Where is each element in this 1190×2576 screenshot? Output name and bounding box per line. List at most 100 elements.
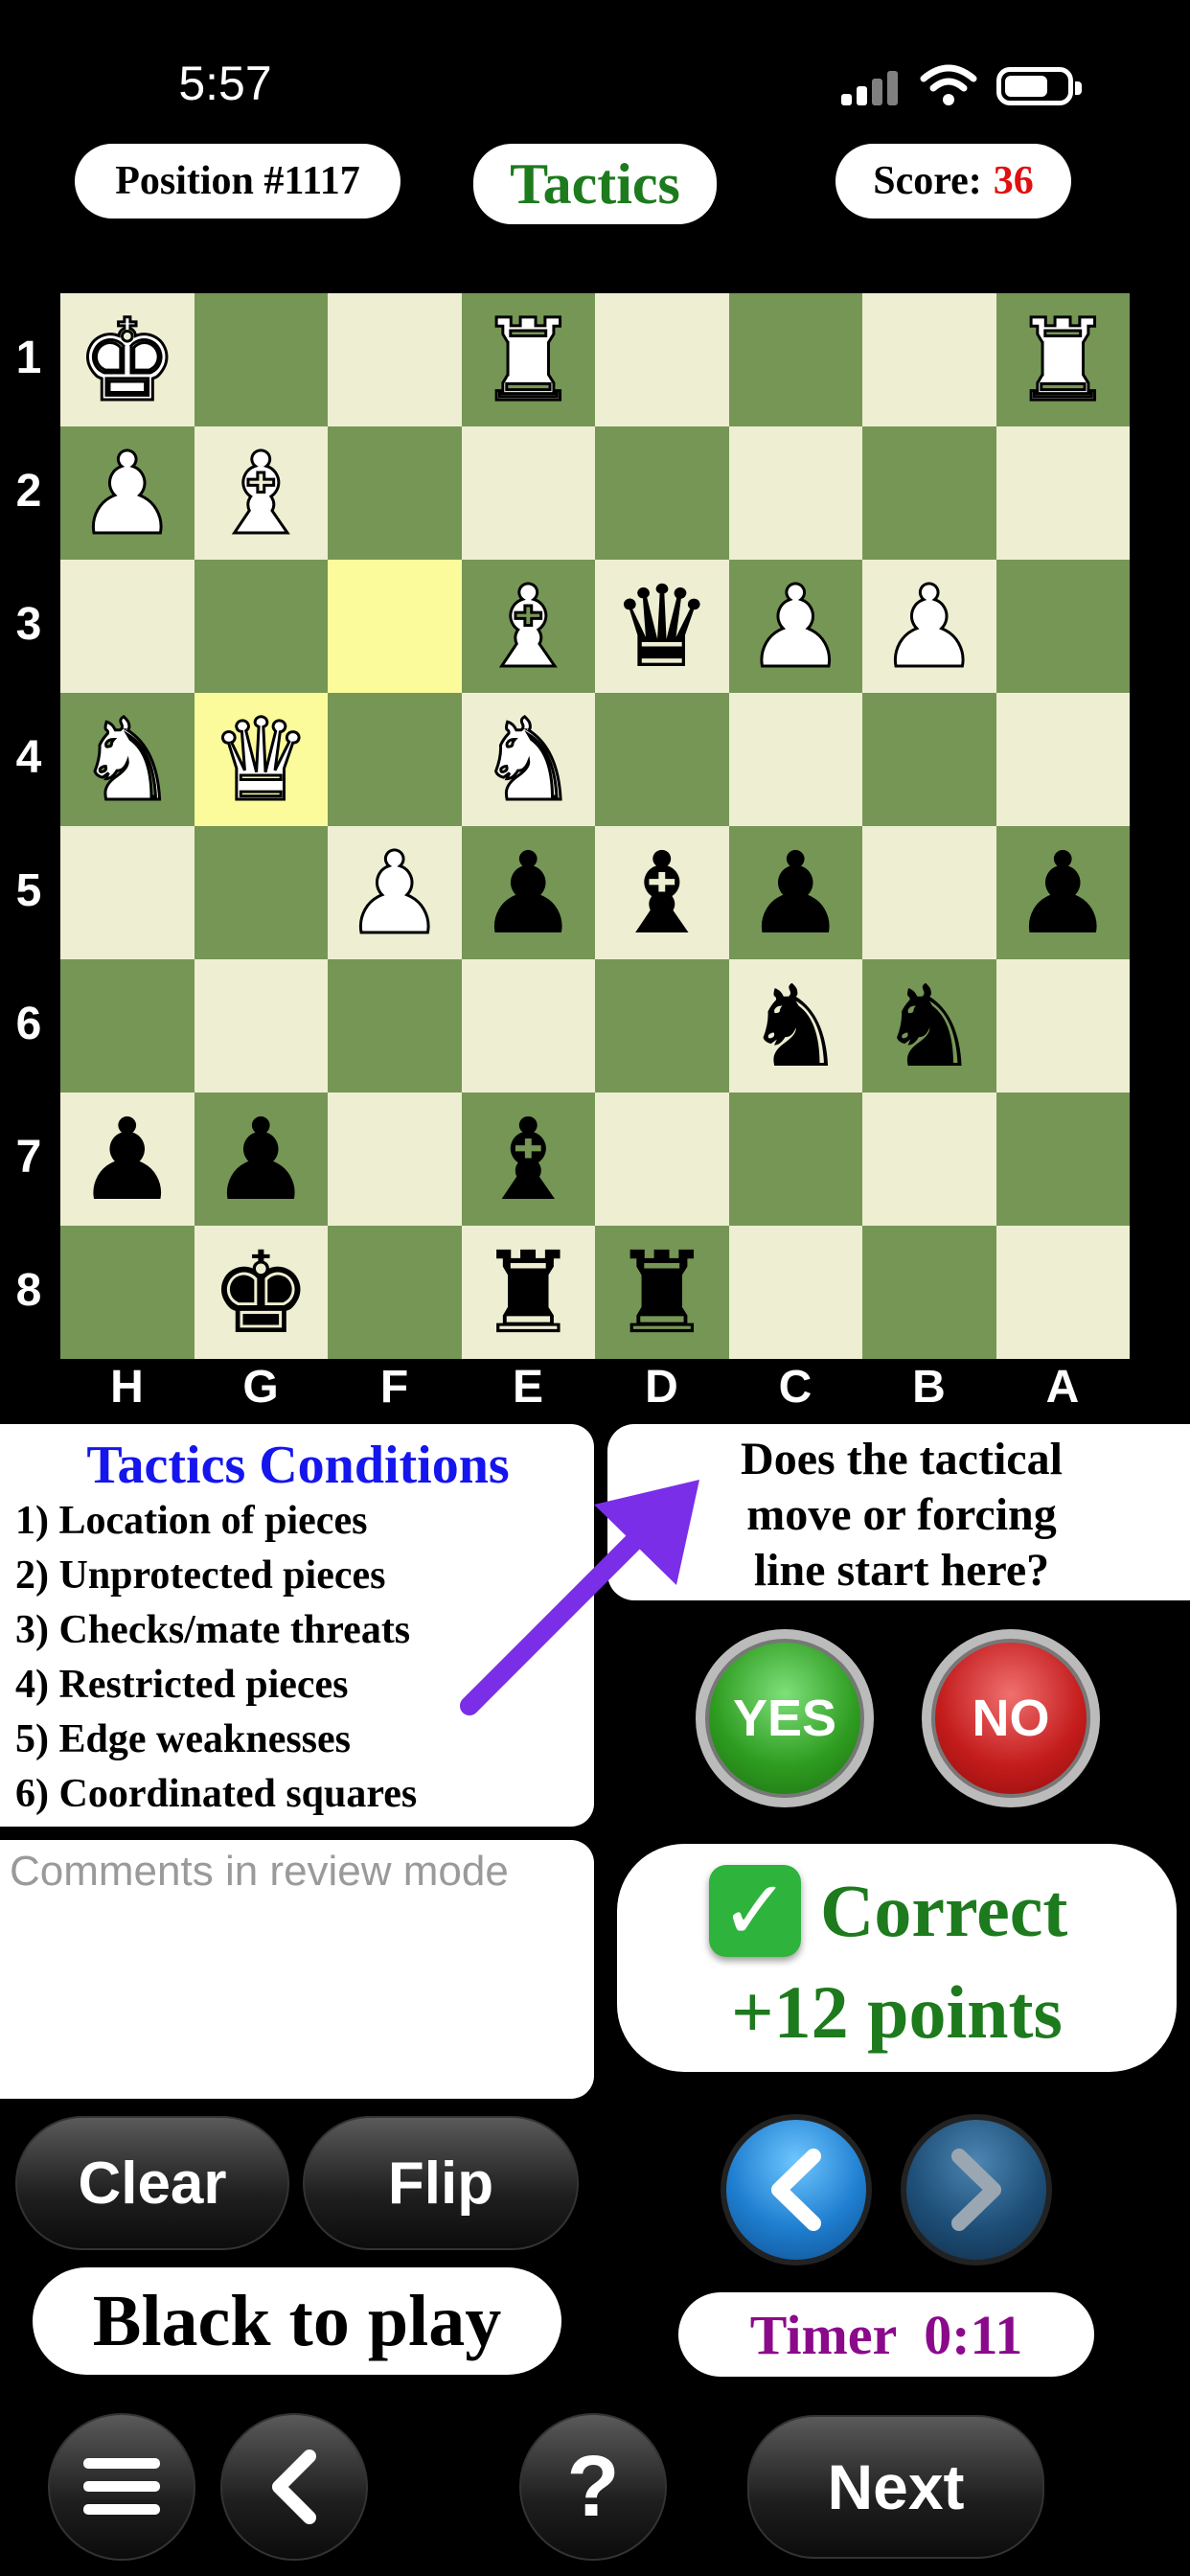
black-bishop-icon[interactable]: ♝	[477, 1103, 579, 1216]
next-position-button[interactable]: Next	[747, 2415, 1044, 2559]
flip-button[interactable]: Flip	[303, 2116, 579, 2250]
square-a4[interactable]	[995, 693, 1130, 826]
comments-field[interactable]: Comments in review mode	[0, 1840, 594, 2099]
black-knight-icon[interactable]: ♞	[744, 970, 846, 1083]
black-knight-icon[interactable]: ♞	[879, 970, 980, 1083]
white-pawn-icon[interactable]: ♟	[342, 835, 446, 951]
square-e8[interactable]: ♜	[461, 1226, 595, 1359]
square-d2[interactable]	[595, 426, 729, 560]
help-button[interactable]: ?	[519, 2413, 667, 2561]
white-bishop-icon[interactable]: ♝	[209, 435, 313, 551]
square-f2[interactable]	[328, 426, 462, 560]
white-king-icon[interactable]: ♚	[75, 302, 179, 418]
black-pawn-icon[interactable]: ♟	[210, 1103, 311, 1216]
white-pawn-icon[interactable]: ♟	[744, 568, 848, 684]
square-f7[interactable]	[328, 1092, 462, 1226]
square-d6[interactable]	[595, 959, 729, 1092]
square-g2[interactable]: ♝	[194, 426, 328, 560]
yes-button[interactable]: YES	[696, 1629, 874, 1807]
black-queen-icon[interactable]: ♛	[611, 570, 713, 683]
square-f6[interactable]	[328, 959, 462, 1092]
black-pawn-icon[interactable]: ♟	[744, 837, 846, 950]
square-a8[interactable]	[995, 1226, 1130, 1359]
square-e6[interactable]	[461, 959, 595, 1092]
square-h2[interactable]: ♟	[60, 426, 195, 560]
square-c6[interactable]: ♞	[728, 959, 862, 1092]
square-e7[interactable]: ♝	[461, 1092, 595, 1226]
white-pawn-icon[interactable]: ♟	[877, 568, 981, 684]
square-g6[interactable]	[194, 959, 328, 1092]
black-king-icon[interactable]: ♚	[210, 1236, 311, 1349]
black-pawn-icon[interactable]: ♟	[77, 1103, 178, 1216]
chess-board[interactable]: ♚ ♜ ♜ ♟ ♝ ♝ ♛ ♟ ♟ ♞ ♛ ♞ ♟ ♟ ♝ ♟ ♟ ♞ ♞ ♟ ♟ ♝ ♚ ♜ ♜	[60, 293, 1130, 1359]
square-h4[interactable]: ♞	[60, 693, 195, 826]
square-f4[interactable]	[328, 693, 462, 826]
square-d4[interactable]	[595, 693, 729, 826]
black-rook-icon[interactable]: ♜	[611, 1236, 713, 1349]
square-b1[interactable]	[862, 293, 996, 426]
square-h6[interactable]	[60, 959, 195, 1092]
square-h3[interactable]	[60, 560, 195, 693]
square-a2[interactable]	[995, 426, 1130, 560]
square-a5[interactable]: ♟	[995, 826, 1130, 959]
square-a1[interactable]: ♜	[995, 293, 1130, 426]
square-g7[interactable]: ♟	[194, 1092, 328, 1226]
square-c3[interactable]: ♟	[728, 560, 862, 693]
square-c5[interactable]: ♟	[728, 826, 862, 959]
square-g3[interactable]	[194, 560, 328, 693]
square-g1[interactable]	[194, 293, 328, 426]
square-e5[interactable]: ♟	[461, 826, 595, 959]
previous-move-button[interactable]	[721, 2114, 872, 2266]
square-f8[interactable]	[328, 1226, 462, 1359]
square-a6[interactable]	[995, 959, 1130, 1092]
square-d3[interactable]: ♛	[595, 560, 729, 693]
square-b7[interactable]	[862, 1092, 996, 1226]
square-g8[interactable]: ♚	[194, 1226, 328, 1359]
square-f3[interactable]	[328, 560, 462, 693]
black-pawn-icon[interactable]: ♟	[477, 837, 579, 950]
square-a3[interactable]	[995, 560, 1130, 693]
square-b5[interactable]	[862, 826, 996, 959]
square-b4[interactable]	[862, 693, 996, 826]
square-e2[interactable]	[461, 426, 595, 560]
square-e1[interactable]: ♜	[461, 293, 595, 426]
white-rook-icon[interactable]: ♜	[1011, 302, 1115, 418]
square-f5[interactable]: ♟	[328, 826, 462, 959]
white-knight-icon[interactable]: ♞	[75, 702, 179, 817]
white-knight-icon[interactable]: ♞	[476, 702, 581, 817]
white-pawn-icon[interactable]: ♟	[75, 435, 179, 551]
white-bishop-icon[interactable]: ♝	[476, 568, 581, 684]
square-b2[interactable]	[862, 426, 996, 560]
square-h7[interactable]: ♟	[60, 1092, 195, 1226]
no-button[interactable]: NO	[922, 1629, 1100, 1807]
square-h8[interactable]	[60, 1226, 195, 1359]
square-d7[interactable]	[595, 1092, 729, 1226]
square-e3[interactable]: ♝	[461, 560, 595, 693]
square-c2[interactable]	[728, 426, 862, 560]
menu-button[interactable]	[48, 2413, 195, 2561]
black-pawn-icon[interactable]: ♟	[1012, 837, 1113, 950]
clear-button[interactable]: Clear	[15, 2116, 289, 2250]
square-d8[interactable]: ♜	[595, 1226, 729, 1359]
square-c4[interactable]	[728, 693, 862, 826]
square-f1[interactable]	[328, 293, 462, 426]
square-c7[interactable]	[728, 1092, 862, 1226]
square-b3[interactable]: ♟	[862, 560, 996, 693]
square-a7[interactable]	[995, 1092, 1130, 1226]
square-b8[interactable]	[862, 1226, 996, 1359]
square-g4[interactable]: ♛	[194, 693, 328, 826]
square-b6[interactable]: ♞	[862, 959, 996, 1092]
square-d1[interactable]	[595, 293, 729, 426]
back-button[interactable]	[220, 2413, 368, 2561]
square-e4[interactable]: ♞	[461, 693, 595, 826]
square-c8[interactable]	[728, 1226, 862, 1359]
white-queen-icon[interactable]: ♛	[209, 702, 313, 817]
square-h5[interactable]	[60, 826, 195, 959]
next-move-button[interactable]	[901, 2114, 1052, 2266]
square-d5[interactable]: ♝	[595, 826, 729, 959]
black-bishop-icon[interactable]: ♝	[611, 837, 713, 950]
square-g5[interactable]	[194, 826, 328, 959]
square-c1[interactable]	[728, 293, 862, 426]
black-rook-icon[interactable]: ♜	[477, 1236, 579, 1349]
white-rook-icon[interactable]: ♜	[476, 302, 581, 418]
